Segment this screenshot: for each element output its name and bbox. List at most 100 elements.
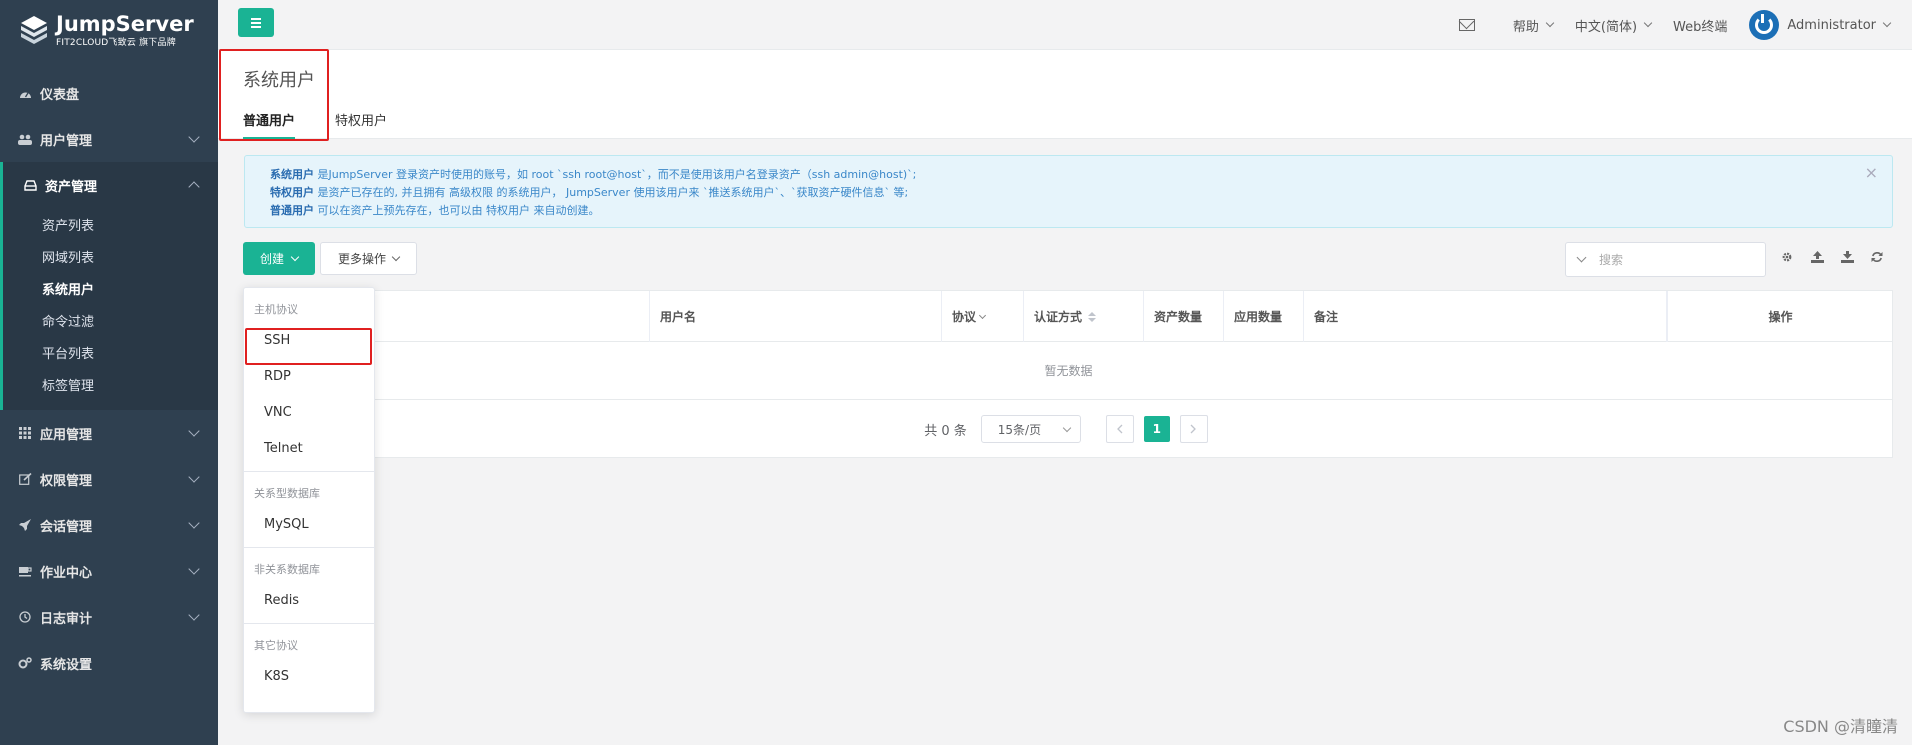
sidebar-item-job-center[interactable]: 作业中心 xyxy=(0,548,218,594)
chevron-down-icon xyxy=(1545,18,1555,28)
tab-privileged-users[interactable]: 特权用户 xyxy=(335,110,387,139)
power-icon xyxy=(1755,14,1774,34)
sidebar-nav: 仪表盘 用户管理 资产管理 资产列表 网域列表 系统用户 命令过滤 平台列表 标… xyxy=(0,70,218,686)
search-box[interactable] xyxy=(1565,242,1766,277)
upload-icon[interactable] xyxy=(1810,250,1824,264)
logo[interactable]: JumpServer FIT2CLOUD飞致云 旗下品牌 xyxy=(0,0,218,60)
column-header-protocol[interactable]: 协议 xyxy=(942,291,1024,342)
sidebar-item-asset-management[interactable]: 资产管理 xyxy=(3,162,218,208)
download-icon[interactable] xyxy=(1840,250,1854,264)
dropdown-item-vnc[interactable]: VNC xyxy=(244,394,374,430)
chevron-down-icon[interactable] xyxy=(1576,252,1587,263)
dropdown-group-nonrelational-db: 非关系数据库 xyxy=(254,563,320,576)
chevron-down-icon xyxy=(188,609,200,621)
next-page-button[interactable] xyxy=(1179,415,1208,443)
avatar xyxy=(1749,10,1780,40)
menu-toggle-button[interactable] xyxy=(238,8,274,37)
inbox-icon xyxy=(23,178,37,192)
dropdown-item-redis[interactable]: Redis xyxy=(244,582,374,618)
alert-text: 是JumpServer 登录资产时使用的账号，如 root `ssh root@… xyxy=(314,168,917,181)
alert-term: 普通用户 xyxy=(270,204,314,217)
sidebar-item-label: 日志审计 xyxy=(40,611,93,627)
asset-submenu: 资产列表 网域列表 系统用户 命令过滤 平台列表 标签管理 xyxy=(3,208,218,410)
sidebar-subitem-label-management[interactable]: 标签管理 xyxy=(3,368,218,400)
column-header-username[interactable]: 用户名 xyxy=(650,291,942,342)
language-label: 中文(简体) xyxy=(1574,19,1638,35)
sidebar-item-label: 应用管理 xyxy=(40,427,93,443)
sidebar-item-label: 会话管理 xyxy=(40,519,93,535)
dropdown-group-relational-db: 关系型数据库 xyxy=(254,487,320,500)
more-actions-button[interactable]: 更多操作 xyxy=(320,242,417,275)
info-alert: 系统用户 是JumpServer 登录资产时使用的账号，如 root `ssh … xyxy=(244,155,1893,228)
sidebar-item-app-management[interactable]: 应用管理 xyxy=(0,410,218,456)
chevron-left-icon xyxy=(1117,424,1123,434)
help-menu[interactable]: 帮助 xyxy=(1512,16,1555,35)
help-label: 帮助 xyxy=(1512,19,1539,35)
gears-icon xyxy=(18,656,32,670)
brand-name: JumpServer xyxy=(56,11,194,36)
refresh-icon[interactable] xyxy=(1870,250,1884,264)
column-header-comment: 备注 xyxy=(1304,291,1667,342)
table-empty-message: 暂无数据 xyxy=(245,342,1892,400)
sidebar-subitem-platform-list[interactable]: 平台列表 xyxy=(3,336,218,368)
chevron-down-icon xyxy=(188,517,200,529)
sidebar-item-dashboard[interactable]: 仪表盘 xyxy=(0,70,218,116)
dropdown-group-host-protocols: 主机协议 xyxy=(254,303,298,316)
close-icon[interactable]: × xyxy=(1865,164,1878,182)
highlight-annotation-heading xyxy=(219,49,329,141)
divider xyxy=(244,547,374,548)
chevron-down-icon xyxy=(1643,18,1653,28)
language-menu[interactable]: 中文(简体) xyxy=(1574,16,1653,35)
sidebar-item-session-management[interactable]: 会话管理 xyxy=(0,502,218,548)
column-header-actions: 操作 xyxy=(1667,291,1893,342)
sidebar-subitem-asset-list[interactable]: 资产列表 xyxy=(3,208,218,240)
header-right: 帮助 中文(简体) Web终端 Administrator xyxy=(1437,0,1912,50)
dashboard-icon xyxy=(18,86,32,100)
chevron-down-icon xyxy=(188,131,200,143)
sidebar-item-label: 用户管理 xyxy=(40,133,93,149)
pagination: 共 0 条 15条/页 1 xyxy=(245,400,1892,458)
history-icon xyxy=(18,610,32,624)
sort-icon[interactable] xyxy=(1088,311,1097,322)
prev-page-button[interactable] xyxy=(1105,415,1134,443)
chevron-down-icon xyxy=(188,563,200,575)
sidebar-item-label: 权限管理 xyxy=(40,473,93,489)
sidebar-subitem-system-users[interactable]: 系统用户 xyxy=(3,272,218,304)
page-size-select[interactable]: 15条/页 xyxy=(980,415,1081,443)
sidebar-subitem-domain-list[interactable]: 网域列表 xyxy=(3,240,218,272)
dropdown-item-mysql[interactable]: MySQL xyxy=(244,506,374,542)
create-button[interactable]: 创建 xyxy=(243,242,315,275)
column-header-auth-method[interactable]: 认证方式 xyxy=(1024,291,1144,342)
rocket-icon xyxy=(18,518,32,532)
sidebar-subitem-command-filter[interactable]: 命令过滤 xyxy=(3,304,218,336)
page-number-current[interactable]: 1 xyxy=(1143,416,1170,442)
dropdown-item-k8s[interactable]: K8S xyxy=(244,658,374,694)
alert-text: 可以在资产上预先存在，也可以由 特权用户 来自动创建。 xyxy=(314,204,600,217)
sidebar-item-permission-management[interactable]: 权限管理 xyxy=(0,456,218,502)
divider xyxy=(244,471,374,472)
chevron-down-icon xyxy=(188,425,200,437)
search-input[interactable] xyxy=(1599,252,1749,267)
sidebar-item-user-management[interactable]: 用户管理 xyxy=(0,116,218,162)
alert-term: 系统用户 xyxy=(270,168,314,181)
chevron-down-icon xyxy=(1062,423,1072,433)
sidebar-item-system-settings[interactable]: 系统设置 xyxy=(0,640,218,686)
filter-chevron-icon xyxy=(978,311,987,319)
web-terminal-label: Web终端 xyxy=(1673,19,1728,35)
chevron-down-icon xyxy=(391,252,401,261)
user-menu[interactable]: Administrator xyxy=(1749,10,1892,40)
user-name: Administrator xyxy=(1787,17,1876,33)
column-header-asset-count: 资产数量 xyxy=(1144,291,1224,342)
page-heading: 系统用户 普通用户 特权用户 xyxy=(218,50,1912,139)
sidebar-item-audit-log[interactable]: 日志审计 xyxy=(0,594,218,640)
table-header: 用户名 协议 认证方式 资产数量 应用数量 备注 操作 xyxy=(245,291,1892,342)
top-header: 帮助 中文(简体) Web终端 Administrator xyxy=(218,0,1912,50)
sidebar-group-assets: 资产管理 资产列表 网域列表 系统用户 命令过滤 平台列表 标签管理 xyxy=(0,162,218,410)
web-terminal-link[interactable]: Web终端 xyxy=(1673,16,1727,35)
column-header-app-count: 应用数量 xyxy=(1224,291,1304,342)
chevron-down-icon xyxy=(1882,18,1892,28)
gear-icon[interactable] xyxy=(1780,250,1794,264)
system-users-table: 用户名 协议 认证方式 资产数量 应用数量 备注 操作 暂无数据 共 0 条 1… xyxy=(244,290,1893,458)
messages-button[interactable] xyxy=(1458,19,1483,31)
dropdown-item-telnet[interactable]: Telnet xyxy=(244,430,374,466)
